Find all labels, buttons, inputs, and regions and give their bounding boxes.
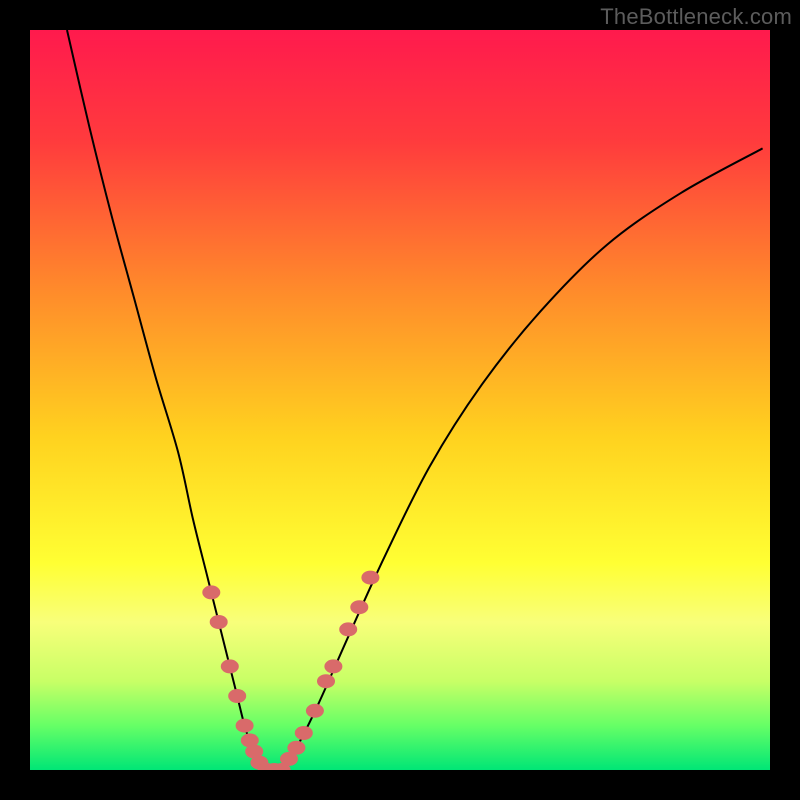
data-marker [350, 600, 368, 614]
data-marker [317, 674, 335, 688]
data-marker [210, 615, 228, 629]
data-marker [202, 585, 220, 599]
data-marker [361, 571, 379, 585]
data-marker [228, 689, 246, 703]
chart-frame: TheBottleneck.com [0, 0, 800, 800]
chart-svg [30, 30, 770, 770]
data-marker [287, 741, 305, 755]
data-marker [306, 704, 324, 718]
bottleneck-curve [67, 30, 763, 770]
data-marker [339, 622, 357, 636]
plot-area [30, 30, 770, 770]
watermark-text: TheBottleneck.com [600, 4, 792, 30]
data-marker [324, 659, 342, 673]
data-marker [295, 726, 313, 740]
data-marker [221, 659, 239, 673]
data-marker [236, 719, 254, 733]
